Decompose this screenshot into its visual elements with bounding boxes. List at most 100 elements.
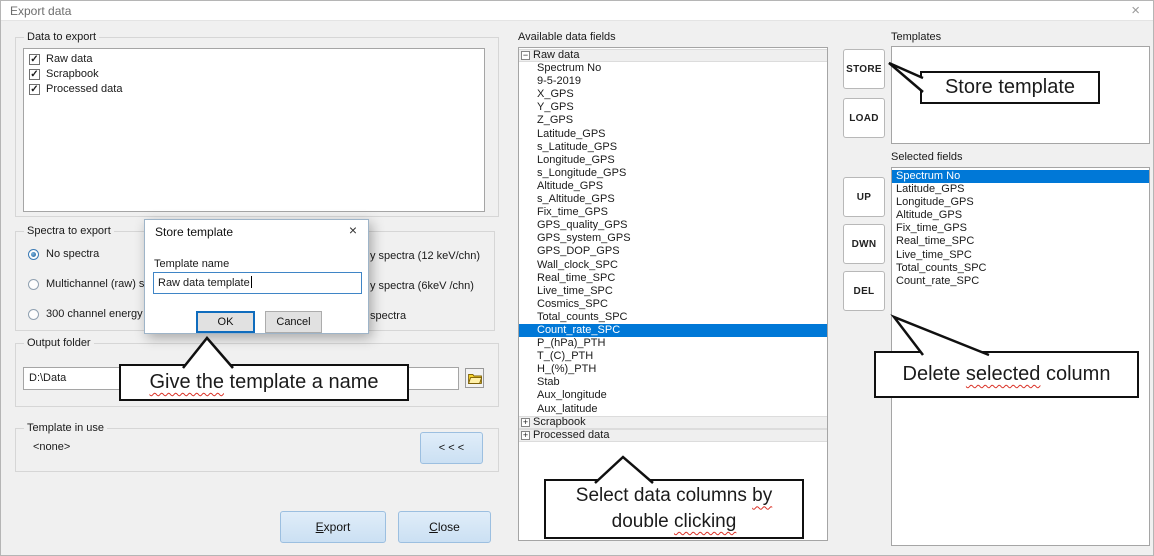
tree-item[interactable]: H_(%)_PTH xyxy=(519,363,827,376)
radio-label: 300 channel energy xyxy=(46,308,143,320)
checkbox-label: Processed data xyxy=(46,83,122,95)
tree-item[interactable]: Real_time_SPC xyxy=(519,272,827,285)
export-data-checkbox-row[interactable]: ✓Processed data xyxy=(29,82,484,96)
del-button[interactable]: DEL xyxy=(843,271,885,311)
callout-give-name: Give the template a name xyxy=(119,364,409,401)
window-title: Export data xyxy=(10,4,71,18)
expand-icon[interactable]: + xyxy=(521,418,530,427)
selected-field-item[interactable]: Latitude_GPS xyxy=(892,183,1149,196)
tree-item[interactable]: T_(C)_PTH xyxy=(519,350,827,363)
close-button[interactable]: Close xyxy=(398,511,491,543)
tree-item[interactable]: Wall_clock_SPC xyxy=(519,259,827,272)
tree-item[interactable]: Fix_time_GPS xyxy=(519,206,827,219)
tree-group-header[interactable]: −Raw data xyxy=(519,49,827,62)
tree-item[interactable]: 9-5-2019 xyxy=(519,75,827,88)
output-folder-path: D:\Data xyxy=(29,372,66,384)
radio-icon xyxy=(28,309,39,320)
radio-icon xyxy=(28,249,39,260)
collapse-icon[interactable]: − xyxy=(521,51,530,60)
tree-item[interactable]: Aux_longitude xyxy=(519,389,827,402)
selected-field-item[interactable]: Count_rate_SPC xyxy=(892,275,1149,288)
spectra-radio-row[interactable]: Multichannel (raw) sp xyxy=(28,269,151,299)
callout-text: clicking xyxy=(674,511,736,532)
tree-item[interactable]: Count_rate_SPC xyxy=(519,324,827,337)
dialog-title: Store template xyxy=(155,225,233,239)
load-button[interactable]: LOAD xyxy=(843,98,885,138)
tree-item[interactable]: Live_time_SPC xyxy=(519,285,827,298)
selected-field-item[interactable]: Total_counts_SPC xyxy=(892,262,1149,275)
spectra-radio-row[interactable]: No spectra xyxy=(28,239,151,269)
up-button[interactable]: UP xyxy=(843,177,885,217)
callout-text: Delete xyxy=(903,363,966,385)
tree-item[interactable]: Longitude_GPS xyxy=(519,154,827,167)
export-data-checkbox-row[interactable]: ✓ Scrapbook xyxy=(29,67,484,81)
tree-item[interactable]: Total_counts_SPC xyxy=(519,311,827,324)
template-name-value: Raw data template xyxy=(158,277,250,289)
tree-item[interactable]: P_(hPa)_PTH xyxy=(519,337,827,350)
export-button[interactable]: Export xyxy=(280,511,386,543)
callout-text: by xyxy=(752,485,772,506)
callout-delete-column: Delete selected column xyxy=(874,351,1139,398)
template-in-use-value: <none> xyxy=(33,441,70,453)
tree-item[interactable]: s_Latitude_GPS xyxy=(519,141,827,154)
callout-select-columns: Select data columns by double clicking xyxy=(544,479,804,539)
callout-text: Select data columns xyxy=(576,485,752,506)
selected-field-item[interactable]: Real_time_SPC xyxy=(892,235,1149,248)
tree-group-header[interactable]: +Processed data xyxy=(519,429,827,442)
export-button-accel: E xyxy=(316,520,324,534)
radio-label-fragment: y spectra (12 keV/chn) xyxy=(370,241,480,271)
browse-folder-button[interactable] xyxy=(465,368,484,388)
callout-text: Store template xyxy=(945,74,1075,101)
selected-field-item[interactable]: Longitude_GPS xyxy=(892,196,1149,209)
tree-item[interactable]: GPS_DOP_GPS xyxy=(519,245,827,258)
tree-item[interactable]: Latitude_GPS xyxy=(519,128,827,141)
ok-button[interactable]: OK xyxy=(196,311,255,333)
recall-template-button[interactable]: < < < xyxy=(420,432,483,464)
tree-item[interactable]: Z_GPS xyxy=(519,114,827,127)
tree-item[interactable]: s_Longitude_GPS xyxy=(519,167,827,180)
tree-item[interactable]: Y_GPS xyxy=(519,101,827,114)
text-cursor xyxy=(251,276,252,288)
close-button-label: lose xyxy=(438,520,460,534)
tree-item[interactable]: Cosmics_SPC xyxy=(519,298,827,311)
tree-group-label: Scrapbook xyxy=(533,416,586,429)
dialog-close-icon[interactable]: × xyxy=(349,222,357,238)
tree-group-header[interactable]: +Scrapbook xyxy=(519,416,827,429)
tree-item[interactable]: s_Altitude_GPS xyxy=(519,193,827,206)
export-button-label: xport xyxy=(324,520,351,534)
template-name-label: Template name xyxy=(154,258,229,270)
folder-open-icon xyxy=(468,373,482,384)
selected-fields-label: Selected fields xyxy=(891,151,963,163)
group-label: Data to export xyxy=(24,31,99,43)
available-fields-list: −Raw dataSpectrum No9-5-2019X_GPSY_GPSZ_… xyxy=(518,47,828,541)
template-name-input[interactable]: Raw data template xyxy=(153,272,362,294)
spectra-covered-labels: y spectra (12 keV/chn)y spectra (6keV /c… xyxy=(370,241,480,331)
dwn-button[interactable]: DWN xyxy=(843,224,885,264)
checkbox-label: Scrapbook xyxy=(46,68,99,80)
spectra-radio-row[interactable]: 300 channel energy xyxy=(28,299,151,329)
tree-item[interactable]: X_GPS xyxy=(519,88,827,101)
selected-field-item[interactable]: Spectrum No xyxy=(892,170,1149,183)
cancel-button[interactable]: Cancel xyxy=(265,311,322,333)
selected-field-item[interactable]: Live_time_SPC xyxy=(892,249,1149,262)
tree-item[interactable]: Spectrum No xyxy=(519,62,827,75)
selected-field-item[interactable]: Fix_time_GPS xyxy=(892,222,1149,235)
callout-store-template: Store template xyxy=(920,71,1100,104)
radio-label: No spectra xyxy=(46,248,99,260)
tree-item[interactable]: Altitude_GPS xyxy=(519,180,827,193)
export-data-window: Export data × Data to export ✓Raw data ✓ S… xyxy=(0,0,1154,556)
selected-field-item[interactable]: Altitude_GPS xyxy=(892,209,1149,222)
group-label: Output folder xyxy=(24,337,94,349)
window-close-icon[interactable]: × xyxy=(1131,1,1140,20)
callout-text: template a name xyxy=(224,371,379,393)
radio-label-fragment: spectra xyxy=(370,301,480,331)
export-data-checkbox-row[interactable]: ✓Raw data xyxy=(29,52,484,66)
checkbox-icon: ✓ xyxy=(29,69,40,80)
expand-icon[interactable]: + xyxy=(521,431,530,440)
tree-item[interactable]: Aux_latitude xyxy=(519,403,827,416)
checkbox-label: Raw data xyxy=(46,53,92,65)
tree-item[interactable]: GPS_quality_GPS xyxy=(519,219,827,232)
tree-item[interactable]: GPS_system_GPS xyxy=(519,232,827,245)
tree-item[interactable]: Stab xyxy=(519,376,827,389)
store-button[interactable]: STORE xyxy=(843,49,885,89)
